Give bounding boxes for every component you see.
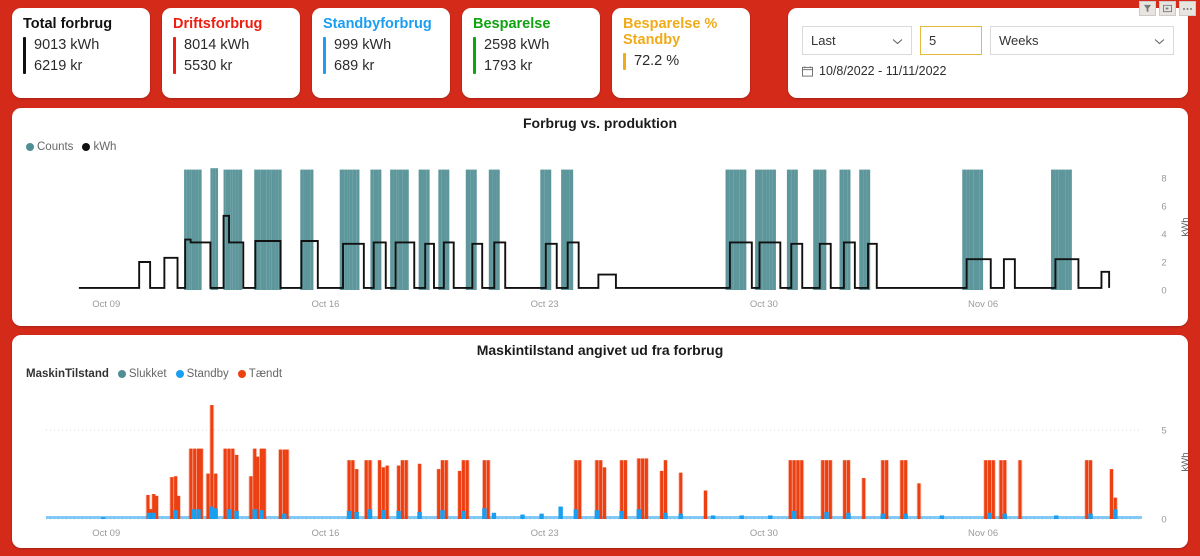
kpi-value: 9013 kWh (34, 37, 100, 54)
y-axis-tick-label: 0 (1161, 515, 1166, 526)
x-axis-tick-label: Nov 06 (968, 528, 998, 539)
kpi-title: Total forbrug (23, 16, 113, 32)
chart-panel-maskintilstand: Maskintilstand angivet ud fra forbrug Ma… (12, 335, 1188, 548)
kpi-value: 8014 kWh (184, 37, 250, 54)
kpi-value: 72.2 % (634, 53, 680, 70)
kpi-value: 5530 kr (184, 57, 233, 74)
relative-date-filter: Last 5 Weeks 10/8/2022 - 11/11/2022 (788, 8, 1188, 98)
chevron-down-icon (892, 33, 903, 48)
kpi-card: Driftsforbrug 8014 kWh 5530 kr (162, 8, 300, 98)
kpi-accent-bar (23, 37, 26, 75)
y-axis-label: kWh (1180, 453, 1188, 472)
x-axis-tick-label: Nov 06 (968, 299, 998, 310)
x-axis-tick-label: Oct 09 (92, 528, 120, 539)
date-amount-value: 5 (929, 33, 937, 48)
kpi-accent-bar (173, 37, 176, 75)
kpi-title: Driftsforbrug (173, 16, 263, 32)
panel-action-icons (1139, 1, 1196, 16)
kpi-values: 72.2 % (623, 51, 739, 72)
kpi-card: Standbyforbrug 999 kWh 689 kr (312, 8, 450, 98)
y-axis-tick-label: 2 (1161, 258, 1166, 269)
kpi-accent-bar (473, 37, 476, 75)
y-axis-tick-label: 8 (1161, 174, 1166, 185)
date-relation-select[interactable]: Last (802, 26, 912, 55)
kpi-title: Standbyforbrug (323, 16, 432, 32)
series-taendt (145, 405, 1118, 519)
chart-plot-area[interactable]: 0 2 4 6 8 kWh Oct 09 Oct 16 Oct 23 Oct 30 Nov 06 (12, 108, 1188, 326)
date-relation-value: Last (811, 33, 836, 48)
kpi-card: Total forbrug 9013 kWh 6219 kr (12, 8, 150, 98)
kpi-values: 8014 kWh 5530 kr (173, 35, 289, 76)
dashboard-page: Total forbrug 9013 kWh 6219 kr Driftsforbru… (0, 0, 1200, 556)
x-axis-tick-label: Oct 30 (750, 528, 778, 539)
kpi-accent-bar (623, 53, 626, 71)
kpi-title: Besparelse (473, 16, 551, 32)
y-axis-tick-label: 4 (1161, 230, 1166, 241)
kpi-value: 689 kr (334, 57, 375, 74)
y-axis-tick-label: 0 (1161, 286, 1166, 297)
date-unit-value: Weeks (999, 33, 1039, 48)
kpi-values: 9013 kWh 6219 kr (23, 35, 139, 76)
y-axis-tick-label: 6 (1161, 202, 1166, 213)
date-range-text: 10/8/2022 - 11/11/2022 (819, 64, 947, 78)
kpi-card: Besparelse 2598 kWh 1793 kr (462, 8, 600, 98)
date-amount-input[interactable]: 5 (920, 26, 982, 55)
x-axis-tick-label: Oct 23 (531, 299, 559, 310)
filter-controls-row: Last 5 Weeks (802, 26, 1174, 55)
calendar-icon (802, 65, 813, 77)
kpi-card-row: Total forbrug 9013 kWh 6219 kr Driftsforbru… (12, 8, 750, 98)
date-range-display: 10/8/2022 - 11/11/2022 (802, 64, 1174, 78)
y-axis-tick-label: 5 (1161, 425, 1166, 436)
x-axis-tick-label: Oct 09 (92, 299, 120, 310)
filter-icon[interactable] (1139, 1, 1156, 16)
kpi-value: 999 kWh (334, 37, 392, 54)
chart-plot-area[interactable]: 0 5 kWh Oct 09 Oct 16 Oct 23 Oct 30 Nov 06 (12, 335, 1188, 548)
kpi-card: Besparelse % Standby 72.2 % (612, 8, 750, 98)
x-axis-tick-label: Oct 16 (311, 299, 339, 310)
chart-panel-forbrug-vs-produktion: Forbrug vs. produktion Counts kWh 0 2 4 6 8 kW… (12, 108, 1188, 326)
kpi-values: 999 kWh 689 kr (323, 35, 439, 76)
more-options-icon[interactable] (1179, 1, 1196, 16)
x-axis-tick-label: Oct 30 (750, 299, 778, 310)
kpi-accent-bar (323, 37, 326, 75)
kpi-title: Besparelse % Standby (623, 16, 718, 49)
focus-mode-icon[interactable] (1159, 1, 1176, 16)
kpi-value: 6219 kr (34, 57, 83, 74)
x-axis-tick-label: Oct 23 (531, 528, 559, 539)
kpi-values: 2598 kWh 1793 kr (473, 35, 589, 76)
y-axis-label: kWh (1180, 218, 1188, 237)
chevron-down-icon (1154, 33, 1165, 48)
kpi-value: 1793 kr (484, 57, 533, 74)
x-axis-tick-label: Oct 16 (311, 528, 339, 539)
date-unit-select[interactable]: Weeks (990, 26, 1174, 55)
kpi-value: 2598 kWh (484, 37, 550, 54)
